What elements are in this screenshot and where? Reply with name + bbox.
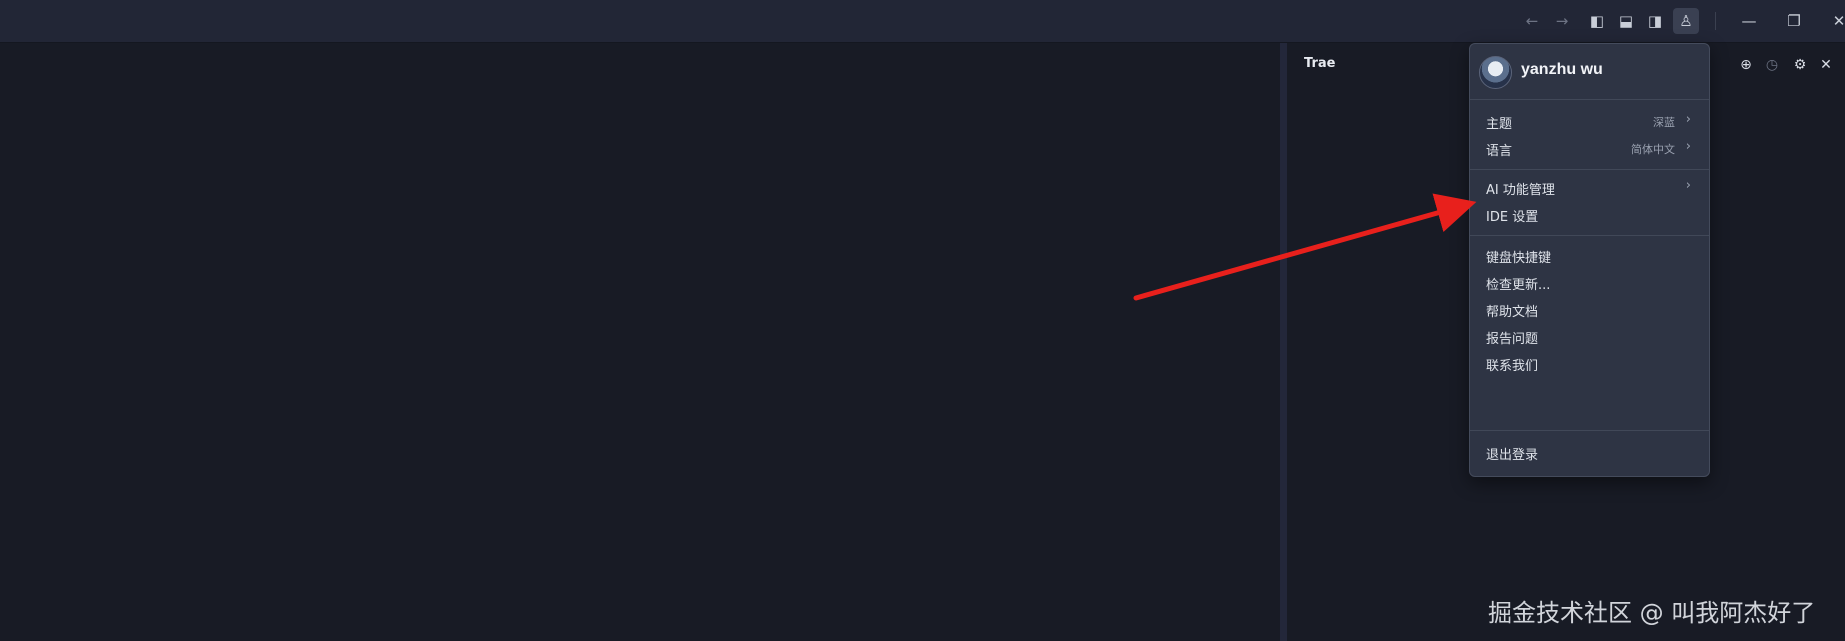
watermark: 掘金技术社区 @ 叫我阿杰好了 — [1488, 599, 1816, 627]
forward-arrow-icon[interactable]: → — [1549, 8, 1575, 34]
menu-item-label: 检查更新... — [1486, 278, 1551, 293]
menu-divider — [1470, 430, 1709, 431]
menu-item-label: 语言 — [1486, 144, 1513, 159]
menu-item-label: 联系我们 — [1486, 359, 1539, 374]
menu-divider — [1470, 235, 1709, 236]
chevron-right-icon: › — [1685, 112, 1691, 127]
toggle-bottom-panel-icon[interactable]: ⬓ — [1613, 8, 1639, 34]
history-icon[interactable]: ◷ — [1762, 55, 1782, 75]
toggle-right-sidebar-icon[interactable]: ◨ — [1642, 8, 1668, 34]
menu-item-help-docs[interactable]: 帮助文档 — [1470, 295, 1709, 323]
menu-item-label: 报告问题 — [1486, 332, 1539, 347]
account-header: yanzhu wu — [1470, 44, 1709, 99]
chevron-right-icon: › — [1685, 139, 1691, 154]
account-icon[interactable]: ♙ — [1673, 8, 1699, 34]
restore-button[interactable]: ❐ — [1779, 8, 1809, 34]
settings-gear-icon[interactable]: ⚙ — [1790, 55, 1810, 75]
avatar — [1479, 56, 1512, 89]
new-chat-icon[interactable]: ⊕ — [1736, 55, 1756, 75]
editor-area[interactable] — [0, 43, 1280, 641]
menu-item-label: 退出登录 — [1486, 448, 1539, 463]
menu-item-label: IDE 设置 — [1486, 210, 1539, 225]
menu-item-logout[interactable]: 退出登录 — [1470, 438, 1709, 466]
menu-item-value: 深蓝 — [1653, 116, 1675, 129]
menu-item-ai-features[interactable]: AI 功能管理 › — [1470, 173, 1709, 201]
chevron-right-icon: › — [1685, 178, 1691, 193]
minimize-button[interactable]: — — [1734, 8, 1764, 34]
menu-divider — [1470, 99, 1709, 100]
menu-item-contact-us[interactable]: 联系我们 — [1470, 349, 1709, 377]
menu-item-label: 主题 — [1486, 117, 1513, 132]
account-menu: yanzhu wu 主题 深蓝 › 语言 简体中文 › AI 功能管理 › ID… — [1469, 43, 1710, 477]
menu-divider — [1470, 169, 1709, 170]
menu-item-label: 帮助文档 — [1486, 305, 1539, 320]
titlebar-divider — [1715, 12, 1716, 30]
menu-item-report-issue[interactable]: 报告问题 — [1470, 322, 1709, 350]
menu-item-check-updates[interactable]: 检查更新... — [1470, 268, 1709, 296]
title-bar: ← → ◧ ⬓ ◨ ♙ — ❐ ✕ — [0, 0, 1845, 43]
back-arrow-icon[interactable]: ← — [1519, 8, 1545, 34]
menu-item-keyboard-shortcuts[interactable]: 键盘快捷键 — [1470, 241, 1709, 269]
close-window-button[interactable]: ✕ — [1824, 8, 1845, 34]
close-panel-icon[interactable]: ✕ — [1816, 55, 1836, 75]
menu-item-ide-settings[interactable]: IDE 设置 — [1470, 200, 1709, 228]
menu-item-label: AI 功能管理 — [1486, 183, 1555, 198]
panel-title: Trae — [1304, 56, 1336, 71]
panel-splitter[interactable] — [1280, 43, 1287, 641]
menu-item-label: 键盘快捷键 — [1486, 251, 1552, 266]
menu-item-theme[interactable]: 主题 深蓝 › — [1470, 107, 1709, 135]
menu-item-language[interactable]: 语言 简体中文 › — [1470, 134, 1709, 162]
menu-item-value: 简体中文 — [1631, 143, 1675, 156]
username: yanzhu wu — [1521, 61, 1603, 78]
toggle-left-sidebar-icon[interactable]: ◧ — [1584, 8, 1610, 34]
